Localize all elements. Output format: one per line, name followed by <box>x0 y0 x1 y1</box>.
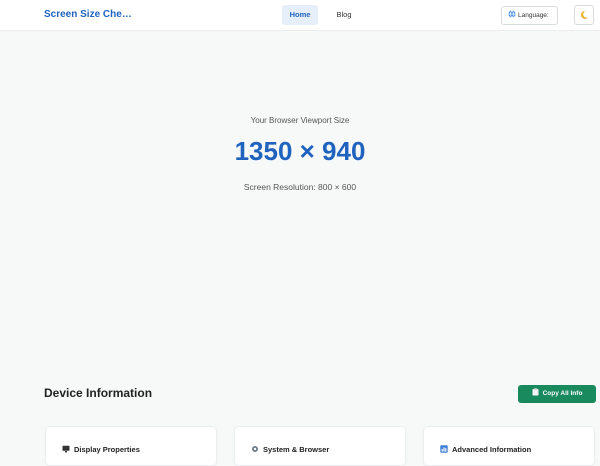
language-selector[interactable]: Language: <box>501 6 558 25</box>
top-navbar: Screen Size Che… Home Blog Language: <box>0 0 600 31</box>
device-information-title: Device Information <box>44 386 153 400</box>
moon-icon <box>580 10 588 19</box>
monitor-icon <box>62 445 70 453</box>
language-label: Language: <box>518 12 549 19</box>
advanced-information-card: Advanced Information <box>423 426 595 466</box>
viewport-label: Your Browser Viewport Size <box>250 116 350 125</box>
copy-all-info-label: Copy All Info <box>542 390 583 397</box>
site-brand[interactable]: Screen Size Che… <box>44 9 140 20</box>
nav-blog-link[interactable]: Blog <box>330 5 358 25</box>
theme-toggle-button[interactable] <box>574 5 594 25</box>
screen-resolution-text: Screen Resolution: 800 × 600 <box>243 182 357 192</box>
clipboard-icon <box>532 388 539 396</box>
display-properties-card: Display Properties <box>45 426 217 466</box>
viewport-size-value: 1350 × 940 <box>234 136 366 166</box>
chart-icon <box>440 445 448 453</box>
nav-home-link[interactable]: Home <box>282 5 318 25</box>
gear-icon <box>252 446 258 452</box>
copy-all-info-button[interactable]: Copy All Info <box>518 385 596 403</box>
globe-icon <box>508 10 516 18</box>
system-browser-card: System & Browser <box>234 426 406 466</box>
